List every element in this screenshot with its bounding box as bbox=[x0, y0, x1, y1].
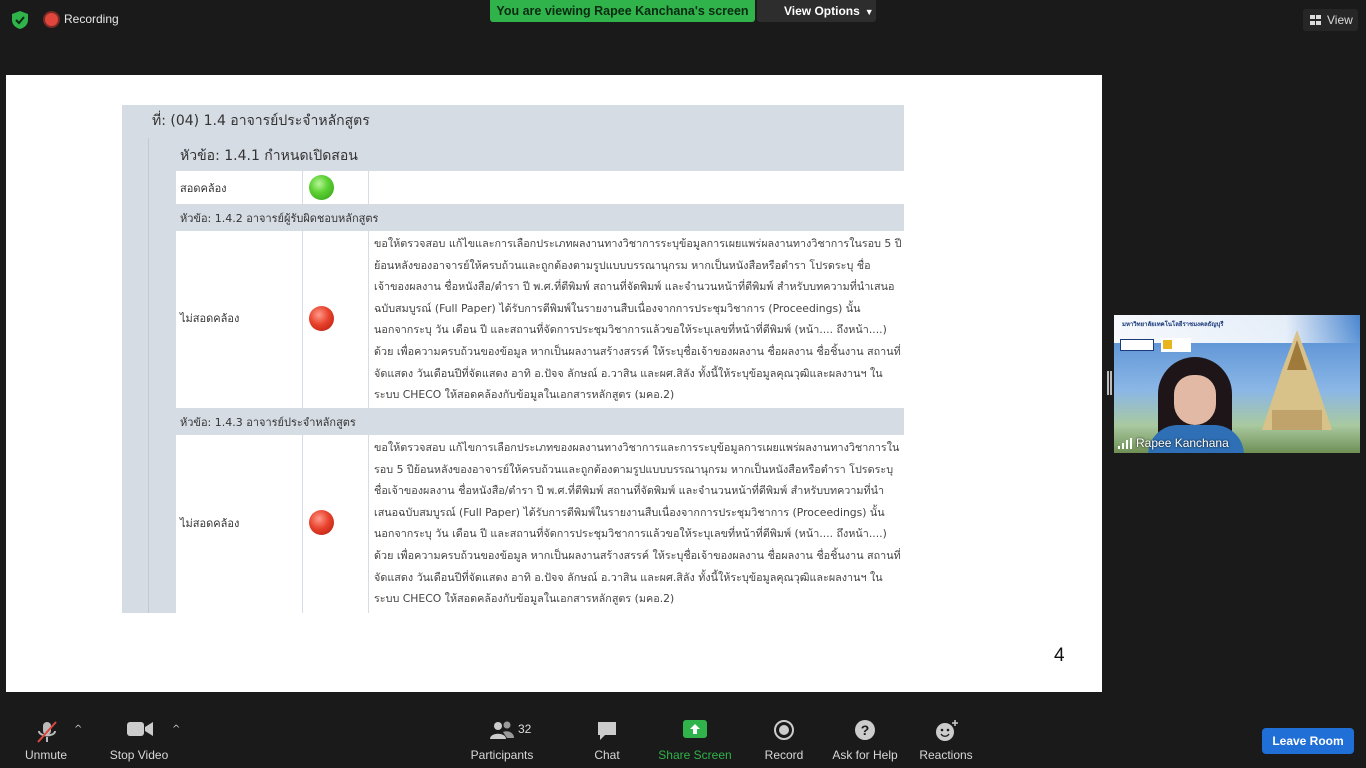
record-icon bbox=[774, 720, 794, 740]
view-button[interactable]: View bbox=[1303, 9, 1358, 31]
share-screen-button[interactable]: Share Screen bbox=[656, 708, 734, 768]
status-light-red bbox=[309, 306, 334, 331]
section-3-status: ไม่สอดคล้อง bbox=[180, 517, 240, 530]
stars-badge bbox=[1161, 338, 1191, 352]
resize-handle[interactable] bbox=[1110, 371, 1112, 395]
view-options-button[interactable]: View Options ▼ bbox=[757, 0, 876, 22]
topic-row-3: หัวข้อ: 1.4.3 อาจารย์ประจำหลักสูตร bbox=[122, 408, 904, 435]
help-label: Ask for Help bbox=[832, 748, 898, 762]
grid-icon bbox=[1310, 15, 1321, 25]
section-1-body: สอดคล้อง bbox=[122, 171, 904, 204]
participant-face bbox=[1174, 375, 1216, 425]
record-label: Record bbox=[764, 748, 804, 762]
svg-text:?: ? bbox=[861, 722, 870, 738]
recording-label[interactable]: Recording bbox=[64, 12, 119, 26]
status-light-green bbox=[309, 175, 334, 200]
row-divider bbox=[148, 138, 149, 171]
viewing-banner: You are viewing Rapee Kanchana's screen bbox=[490, 0, 755, 22]
topic-1-heading: หัวข้อ: 1.4.1 กำหนดเปิดสอน bbox=[180, 148, 358, 164]
meeting-toolbar: Unmute ^ Stop Video ^ Participants 32 Ch… bbox=[0, 708, 1366, 768]
row-divider bbox=[148, 204, 149, 231]
table-title-row: ที่: (04) 1.4 อาจารย์ประจำหลักสูตร bbox=[122, 105, 904, 138]
logo-badge bbox=[1120, 339, 1154, 351]
participants-label: Participants bbox=[470, 748, 534, 762]
table-title: ที่: (04) 1.4 อาจารย์ประจำหลักสูตร bbox=[152, 113, 370, 129]
gutter bbox=[122, 231, 148, 408]
meeting-top-bar: Recording You are viewing Rapee Kanchana… bbox=[0, 0, 1366, 40]
section-1-status: สอดคล้อง bbox=[180, 182, 227, 195]
stop-video-label: Stop Video bbox=[109, 748, 169, 762]
reactions-icon bbox=[936, 720, 958, 741]
stop-video-button[interactable]: Stop Video bbox=[104, 708, 174, 768]
row-divider bbox=[148, 408, 149, 435]
status-light-red bbox=[309, 510, 334, 535]
section-3-body: ไม่สอดคล้อง ขอให้ตรวจสอบ แก้ไขการเลือกปร… bbox=[122, 435, 904, 613]
participant-video-tile[interactable]: มหาวิทยาลัยเทคโนโลยีราชมงคลธัญบุรี Rapee… bbox=[1114, 315, 1360, 453]
section-3-detail: ขอให้ตรวจสอบ แก้ไขการเลือกประเภทของผลงาน… bbox=[374, 441, 901, 606]
chevron-down-icon: ▼ bbox=[864, 7, 874, 17]
gutter bbox=[148, 171, 176, 204]
column-divider bbox=[368, 435, 369, 613]
chat-icon bbox=[598, 722, 616, 740]
resize-handle[interactable] bbox=[1107, 371, 1109, 395]
video-options-caret[interactable]: ^ bbox=[172, 724, 180, 735]
shared-screen: ที่: (04) 1.4 อาจารย์ประจำหลักสูตร หัวข้… bbox=[6, 75, 1102, 692]
shield-check-icon[interactable] bbox=[12, 11, 28, 29]
gutter bbox=[148, 435, 176, 613]
view-options-label: View Options bbox=[784, 4, 860, 18]
topic-3-heading: หัวข้อ: 1.4.3 อาจารย์ประจำหลักสูตร bbox=[180, 416, 356, 429]
audio-options-caret[interactable]: ^ bbox=[74, 724, 82, 735]
video-camera-icon bbox=[127, 722, 153, 736]
chat-label: Chat bbox=[594, 748, 620, 762]
column-divider bbox=[302, 231, 303, 408]
column-divider bbox=[302, 435, 303, 613]
gutter bbox=[122, 435, 148, 613]
leave-room-button[interactable]: Leave Room bbox=[1262, 728, 1354, 754]
unmute-button[interactable]: Unmute bbox=[18, 708, 74, 768]
participant-name: Rapee Kanchana bbox=[1136, 436, 1229, 450]
microphone-muted-icon bbox=[37, 721, 57, 743]
section-2-body: ไม่สอดคล้อง ขอให้ตรวจสอบ แก้ไขและการเลือ… bbox=[122, 231, 904, 408]
view-button-label: View bbox=[1327, 13, 1353, 27]
participants-count: 32 bbox=[518, 722, 532, 736]
ask-for-help-button[interactable]: ? Ask for Help bbox=[830, 708, 900, 768]
recording-icon bbox=[45, 13, 58, 26]
page-number: 4 bbox=[1054, 645, 1065, 666]
section-2-status: ไม่สอดคล้อง bbox=[180, 312, 240, 325]
signal-bars-icon bbox=[1118, 438, 1132, 449]
chat-button[interactable]: Chat bbox=[585, 708, 629, 768]
gutter bbox=[122, 171, 148, 204]
document-table: ที่: (04) 1.4 อาจารย์ประจำหลักสูตร หัวข้… bbox=[122, 105, 904, 613]
pagoda-image bbox=[1262, 330, 1332, 430]
topic-row-2: หัวข้อ: 1.4.2 อาจารย์ผู้รับผิดชอบหลักสูต… bbox=[122, 204, 904, 231]
topic-row-1: หัวข้อ: 1.4.1 กำหนดเปิดสอน bbox=[122, 138, 904, 171]
column-divider bbox=[368, 171, 369, 204]
section-2-detail: ขอให้ตรวจสอบ แก้ไขและการเลือกประเภทผลงาน… bbox=[374, 237, 902, 402]
gutter bbox=[148, 231, 176, 408]
reactions-label: Reactions bbox=[919, 748, 973, 762]
participants-button[interactable]: Participants bbox=[466, 708, 538, 768]
topic-2-heading: หัวข้อ: 1.4.2 อาจารย์ผู้รับผิดชอบหลักสูต… bbox=[180, 212, 379, 225]
share-screen-label: Share Screen bbox=[658, 748, 732, 762]
participants-icon bbox=[490, 721, 514, 739]
share-screen-icon bbox=[683, 720, 707, 738]
column-divider bbox=[302, 171, 303, 204]
unmute-label: Unmute bbox=[24, 748, 68, 762]
column-divider bbox=[368, 231, 369, 408]
background-caption: มหาวิทยาลัยเทคโนโลยีราชมงคลธัญบุรี bbox=[1122, 321, 1224, 328]
reactions-button[interactable]: Reactions bbox=[917, 708, 975, 768]
participant-name-overlay: Rapee Kanchana bbox=[1114, 433, 1360, 453]
help-icon: ? bbox=[855, 720, 875, 740]
record-button[interactable]: Record bbox=[762, 708, 806, 768]
